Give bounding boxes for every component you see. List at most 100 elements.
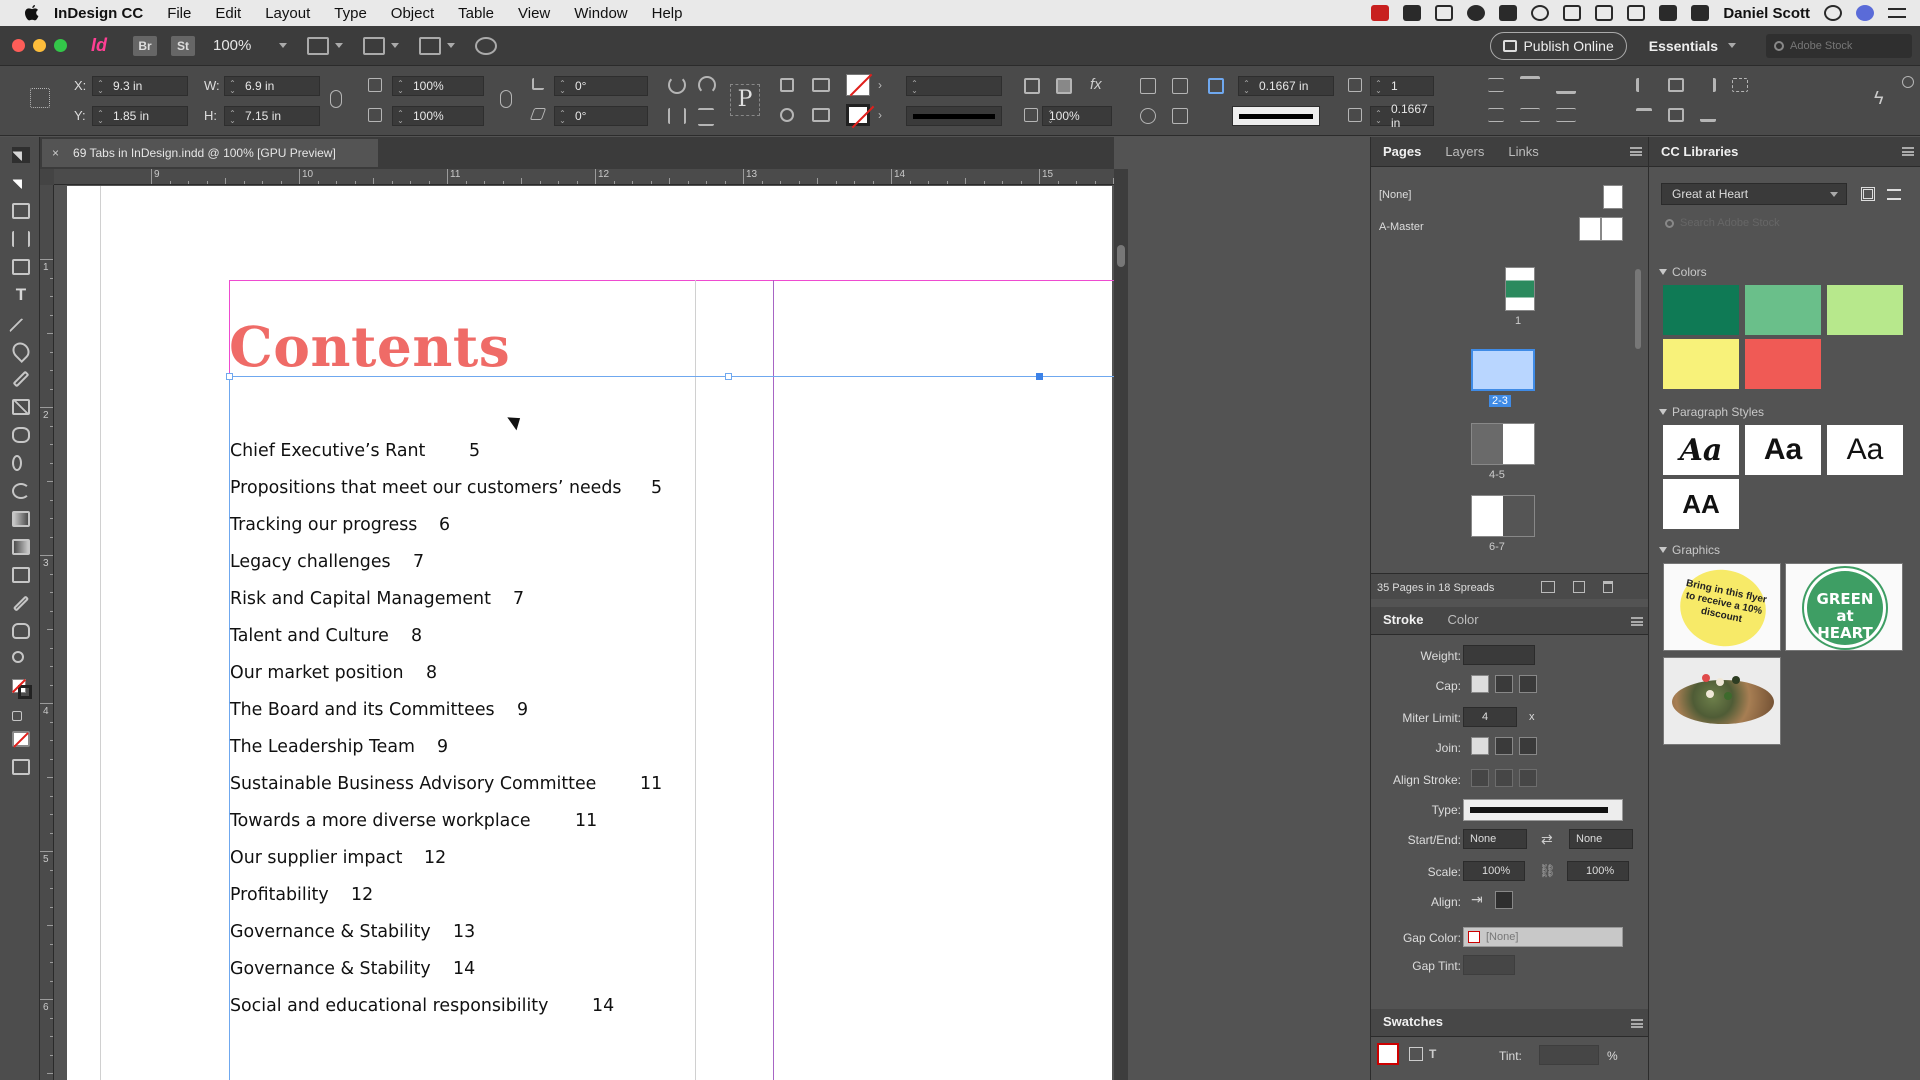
gutter-input-1[interactable]: 0.1667 in: [1238, 76, 1334, 96]
align-bottom-icon[interactable]: [1556, 76, 1576, 94]
menu-edit[interactable]: Edit: [215, 5, 241, 22]
panel-menu-icon[interactable]: [1902, 147, 1914, 156]
app-menu[interactable]: InDesign CC: [54, 5, 143, 22]
menu-layout[interactable]: Layout: [265, 5, 310, 22]
fill-stroke-icon[interactable]: [11, 678, 32, 701]
stroke-type-dropdown[interactable]: [1463, 799, 1623, 821]
spread-label-6-7[interactable]: 6-7: [1489, 541, 1505, 553]
text-wrap-object-icon[interactable]: [1140, 108, 1156, 124]
spread-4-5-thumb[interactable]: [1471, 423, 1535, 465]
align-top-edges-icon[interactable]: [1636, 108, 1652, 122]
contents-heading[interactable]: Contents: [229, 314, 510, 379]
library-search-input[interactable]: Search Adobe Stock: [1661, 213, 1911, 233]
formatting-affects-container-icon[interactable]: [12, 711, 30, 723]
volume-icon[interactable]: [1659, 5, 1678, 21]
ruler-origin[interactable]: [40, 169, 54, 185]
color-swatch-3[interactable]: [1827, 285, 1903, 335]
menu-view[interactable]: View: [518, 5, 550, 22]
flip-vertical-icon[interactable]: [698, 108, 714, 126]
wifi-icon[interactable]: [1595, 5, 1614, 21]
spread-label-1[interactable]: 1: [1515, 315, 1521, 327]
fx-icon[interactable]: fx: [1090, 76, 1102, 93]
apps-grid-icon[interactable]: [1499, 5, 1518, 21]
shear-input[interactable]: 0°: [554, 106, 648, 126]
grid-view-icon[interactable]: [1861, 187, 1875, 201]
colors-section-header[interactable]: Colors: [1659, 265, 1707, 279]
tint-input[interactable]: [1539, 1045, 1599, 1065]
battery-icon[interactable]: [1691, 5, 1710, 21]
content-collector-icon[interactable]: [12, 259, 30, 275]
text-frame-line-select[interactable]: [1232, 106, 1320, 126]
menu-type[interactable]: Type: [334, 5, 367, 22]
document-page[interactable]: Contents Chief Executive’s Rant 5 Proposit…: [67, 186, 1114, 1080]
none-master-thumb[interactable]: [1603, 185, 1623, 209]
gap-color-select[interactable]: [None]: [1463, 927, 1623, 947]
gutter-input-2[interactable]: 0.1667 in: [1370, 102, 1434, 130]
text-wrap-jump-icon[interactable]: [1172, 108, 1188, 124]
align-arrow-extend-icon[interactable]: ⇥: [1471, 891, 1483, 908]
free-transform-tool-icon[interactable]: [12, 483, 30, 499]
text-toggle-icon[interactable]: T: [1429, 1047, 1436, 1061]
opacity-input[interactable]: 100%: [1042, 106, 1112, 126]
bridge-button[interactable]: Br: [133, 35, 157, 56]
paragraph-style-3[interactable]: Aa: [1827, 425, 1903, 475]
screen-mode-tool-icon[interactable]: [12, 759, 30, 775]
page-1-thumb[interactable]: [1505, 267, 1535, 311]
paragraph-style-4[interactable]: AA: [1663, 479, 1739, 529]
pen-tool-icon[interactable]: [8, 338, 34, 364]
miter-limit-input[interactable]: 4: [1463, 707, 1517, 727]
direct-selection-tool-icon[interactable]: [12, 174, 30, 191]
distribute-icon[interactable]: [1520, 108, 1540, 122]
tab-cc-libraries[interactable]: CC Libraries: [1649, 144, 1750, 166]
gap-tint-input[interactable]: [1463, 955, 1515, 975]
siri-icon[interactable]: [1856, 5, 1874, 21]
tab-swatches[interactable]: Swatches: [1371, 1014, 1455, 1036]
distribute-vertical-icon[interactable]: [1556, 108, 1576, 122]
menu-window[interactable]: Window: [574, 5, 627, 22]
constrain-proportions-icon[interactable]: [330, 90, 342, 108]
chevron-down-icon[interactable]: [335, 43, 343, 48]
paragraph-styles-section-header[interactable]: Paragraph Styles: [1659, 405, 1764, 419]
list-view-icon[interactable]: [1887, 189, 1901, 200]
bluetooth-icon[interactable]: [1563, 5, 1582, 21]
creative-cloud-icon[interactable]: [1467, 5, 1486, 21]
stroke-weight-field[interactable]: [1463, 645, 1535, 665]
edit-page-size-icon[interactable]: [1541, 581, 1555, 593]
end-arrowhead-select[interactable]: None: [1569, 829, 1633, 849]
line-tool-icon[interactable]: [8, 315, 34, 343]
apple-menu-icon[interactable]: [24, 4, 40, 22]
align-vertical-centers-icon[interactable]: [1668, 108, 1684, 122]
close-tab-icon[interactable]: ×: [52, 146, 59, 160]
height-input[interactable]: 7.15 in: [224, 106, 320, 126]
text-align-center-icon[interactable]: [1488, 108, 1504, 122]
adobe-tray-icon[interactable]: [1371, 5, 1390, 21]
a-master-label[interactable]: A-Master: [1379, 221, 1424, 233]
rotate-counterclockwise-icon[interactable]: [698, 76, 716, 94]
screen-mode-icon[interactable]: [363, 36, 385, 55]
zoom-level-field[interactable]: 100%: [213, 37, 273, 54]
select-content-icon[interactable]: [780, 108, 794, 122]
menu-help[interactable]: Help: [652, 5, 683, 22]
pasteboard[interactable]: Contents Chief Executive’s Rant 5 Proposit…: [55, 186, 1114, 1080]
publish-online-button[interactable]: Publish Online: [1490, 31, 1627, 60]
fill-swatch[interactable]: [846, 74, 870, 96]
menu-table[interactable]: Table: [458, 5, 494, 22]
workspace-switcher[interactable]: Essentials: [1649, 38, 1736, 54]
rectangle-frame-tool-icon[interactable]: [12, 399, 30, 415]
library-select[interactable]: Great at Heart: [1661, 183, 1847, 205]
tab-layers[interactable]: Layers: [1433, 144, 1496, 166]
view-options-icon[interactable]: [307, 36, 329, 55]
chevron-down-icon[interactable]: [391, 43, 399, 48]
color-swatch-1[interactable]: [1663, 285, 1739, 335]
end-scale-input[interactable]: 100%: [1567, 861, 1629, 881]
align-arrow-inside-button[interactable]: [1495, 891, 1513, 909]
zoom-window-button[interactable]: [54, 39, 67, 52]
scale-y-input[interactable]: 100%: [392, 106, 484, 126]
align-top-icon[interactable]: [1520, 76, 1540, 94]
hand-tool-icon[interactable]: [12, 623, 30, 639]
scale-x-icon[interactable]: [368, 78, 382, 92]
text-wrap-none-icon[interactable]: [1140, 78, 1156, 94]
frame-handle-top-mid[interactable]: [725, 373, 732, 380]
color-swatch-4[interactable]: [1663, 339, 1739, 389]
graphics-section-header[interactable]: Graphics: [1659, 543, 1720, 557]
